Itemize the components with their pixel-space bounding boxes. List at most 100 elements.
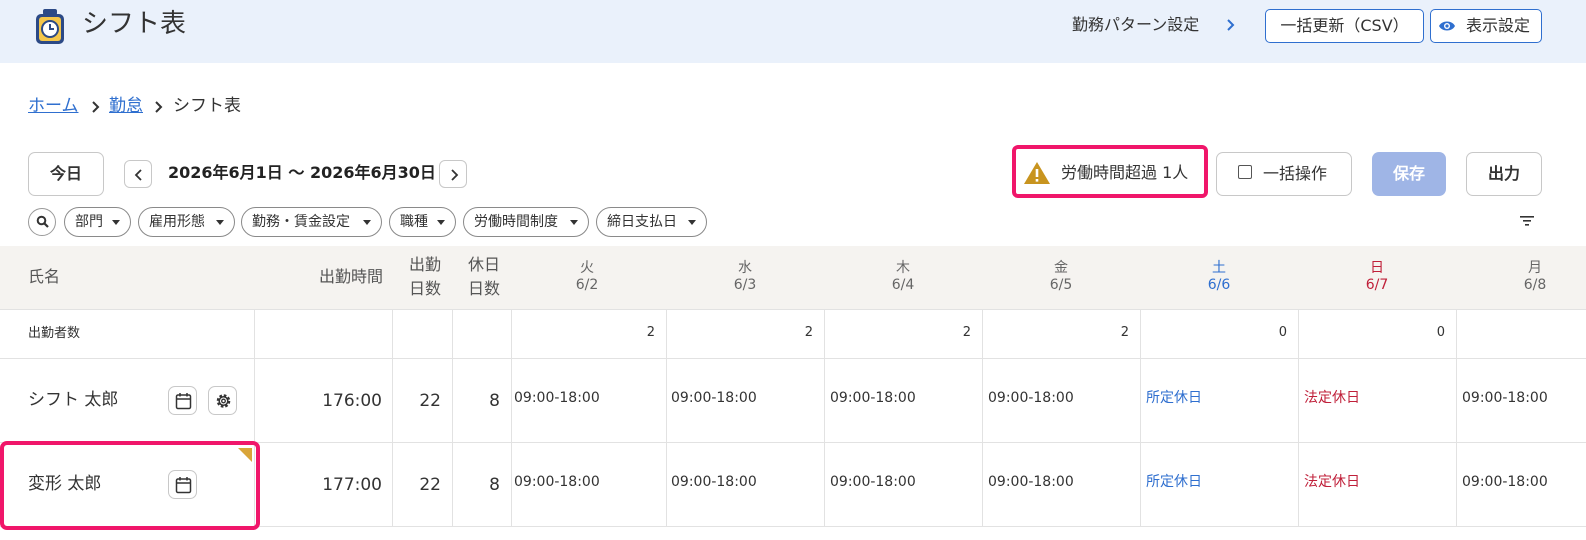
- day-header-saturday: 土 6/6: [1194, 260, 1244, 294]
- work-pattern-settings-link[interactable]: 勤務パターン設定: [1072, 14, 1199, 36]
- attendance-count: 2: [804, 325, 813, 340]
- caret-down-icon: [216, 220, 224, 225]
- breadcrumb-separator-icon: [155, 101, 163, 113]
- filter-closing-payment-date[interactable]: 締日支払日: [596, 207, 707, 237]
- shift-cell-legal-holiday[interactable]: 法定休日: [1304, 389, 1360, 407]
- shift-cell[interactable]: 09:00-18:00: [514, 473, 600, 491]
- day-header: 火 6/2: [562, 260, 612, 294]
- day-date: 6/5: [1049, 277, 1073, 293]
- row-divider: [0, 358, 1586, 359]
- today-button[interactable]: 今日: [28, 152, 104, 196]
- row-divider: [0, 309, 1586, 310]
- column-header-name: 氏名: [28, 267, 61, 286]
- filter-label: 雇用形態: [149, 214, 205, 230]
- display-settings-button[interactable]: 表示設定: [1430, 9, 1542, 43]
- shift-cell[interactable]: 09:00-18:00: [514, 389, 600, 407]
- bulk-operation-button[interactable]: 一括操作: [1216, 152, 1352, 196]
- filter-department[interactable]: 部門: [64, 207, 131, 237]
- search-button[interactable]: [28, 208, 56, 236]
- caret-down-icon: [363, 220, 371, 225]
- breadcrumb-separator-icon: [92, 101, 100, 113]
- column-divider: [392, 309, 393, 527]
- day-weekday: 日: [1370, 260, 1384, 276]
- breadcrumb-current: シフト表: [173, 96, 241, 116]
- column-divider: [666, 309, 667, 527]
- column-divider: [1456, 309, 1457, 527]
- caret-down-icon: [570, 220, 578, 225]
- column-divider: [1140, 309, 1141, 527]
- day-date: 6/4: [891, 277, 915, 293]
- attendance-count: 0: [1278, 325, 1287, 340]
- prev-period-button[interactable]: [124, 160, 152, 188]
- date-range-label: 2026年6月1日 〜 2026年6月30日: [168, 163, 436, 182]
- day-weekday: 水: [738, 260, 752, 276]
- filter-working-hours-system[interactable]: 労働時間制度: [463, 207, 589, 237]
- filter-label: 労働時間制度: [474, 214, 558, 230]
- filter-label: 締日支払日: [607, 214, 677, 230]
- save-button[interactable]: 保存: [1372, 152, 1446, 196]
- column-header-work-days: 出勤: [408, 255, 441, 274]
- search-icon: [36, 215, 49, 228]
- shift-cell-legal-holiday[interactable]: 法定休日: [1304, 473, 1360, 491]
- chevron-right-icon: [451, 169, 459, 181]
- day-weekday: 金: [1054, 260, 1068, 276]
- attendance-count: 0: [1436, 325, 1445, 340]
- column-divider: [824, 309, 825, 527]
- filter-label: 部門: [75, 214, 103, 230]
- breadcrumb-attendance[interactable]: 勤怠: [109, 95, 143, 117]
- chevron-right-icon[interactable]: [1224, 15, 1238, 35]
- calendar-icon: [175, 393, 192, 410]
- employee-work-days: 22: [419, 475, 441, 495]
- day-date: 6/6: [1207, 277, 1231, 293]
- overtime-alert[interactable]: 労働時間超過 1人: [1012, 145, 1208, 198]
- bulk-update-csv-button[interactable]: 一括更新（CSV）: [1265, 9, 1424, 43]
- day-header: 水 6/3: [720, 260, 770, 294]
- overtime-highlight-box: [0, 441, 260, 530]
- filter-sort-icon[interactable]: [1520, 215, 1534, 227]
- shift-cell[interactable]: 09:00-18:00: [988, 473, 1074, 491]
- shift-cell[interactable]: 09:00-18:00: [671, 473, 757, 491]
- day-date: 6/3: [733, 277, 757, 293]
- shift-cell[interactable]: 09:00-18:00: [830, 389, 916, 407]
- gear-icon: [216, 394, 231, 408]
- clock-app-icon: [36, 9, 64, 44]
- warning-icon: [1024, 162, 1050, 184]
- employee-hours: 177:00: [322, 475, 382, 495]
- caret-down-icon: [688, 220, 696, 225]
- employee-calendar-button[interactable]: [168, 386, 197, 415]
- bulk-operation-checkbox[interactable]: [1238, 165, 1252, 179]
- attendance-count: 2: [646, 325, 655, 340]
- shift-cell[interactable]: 09:00-18:00: [988, 389, 1074, 407]
- output-button[interactable]: 出力: [1466, 152, 1542, 196]
- employee-name[interactable]: シフト 太郎: [28, 389, 118, 411]
- column-header-off-days: 日数: [467, 279, 500, 298]
- day-date: 6/8: [1523, 277, 1547, 293]
- filter-label: 職種: [400, 214, 428, 230]
- employee-settings-button[interactable]: [208, 386, 237, 415]
- day-weekday: 木: [896, 260, 910, 276]
- day-header: 木 6/4: [878, 260, 928, 294]
- column-header-off-days: 休日: [467, 255, 500, 274]
- filter-work-wage-settings[interactable]: 勤務・賃金設定: [241, 207, 382, 237]
- shift-cell[interactable]: 09:00-18:00: [671, 389, 757, 407]
- shift-cell-holiday[interactable]: 所定休日: [1146, 473, 1202, 491]
- day-date: 6/7: [1365, 277, 1389, 293]
- shift-cell[interactable]: 09:00-18:00: [1462, 389, 1548, 407]
- next-period-button[interactable]: [439, 160, 467, 188]
- overtime-flag-marker: [238, 448, 252, 462]
- shift-cell[interactable]: 09:00-18:00: [830, 473, 916, 491]
- filter-job-type[interactable]: 職種: [389, 207, 456, 237]
- eye-icon: [1439, 21, 1455, 31]
- shift-cell[interactable]: 09:00-18:00: [1462, 473, 1548, 491]
- top-header: シフト表 勤務パターン設定 一括更新（CSV） 表示設定: [0, 0, 1586, 63]
- bulk-operation-label: 一括操作: [1263, 164, 1328, 183]
- shift-cell-holiday[interactable]: 所定休日: [1146, 389, 1202, 407]
- breadcrumb-home[interactable]: ホーム: [28, 95, 79, 117]
- filter-employment-type[interactable]: 雇用形態: [138, 207, 235, 237]
- day-weekday: 土: [1212, 260, 1226, 276]
- column-divider: [511, 309, 512, 527]
- day-header: 月 6/8: [1510, 260, 1560, 294]
- employee-off-days: 8: [489, 475, 500, 495]
- column-header-work-days: 日数: [408, 279, 441, 298]
- caret-down-icon: [112, 220, 120, 225]
